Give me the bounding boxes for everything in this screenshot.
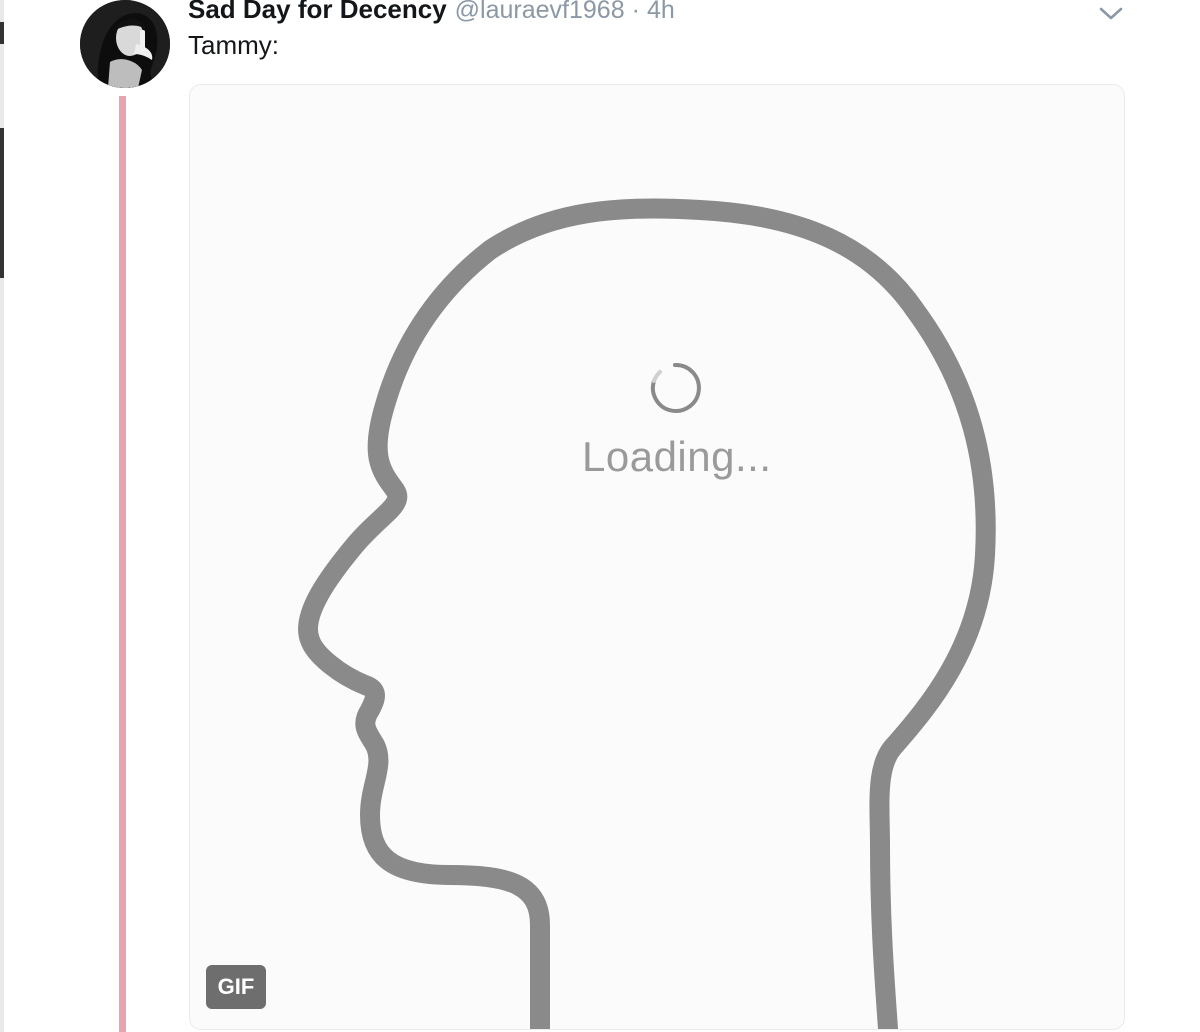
tweet-text: Tammy:: [188, 30, 279, 60]
window-edge: [0, 0, 4, 1032]
timestamp[interactable]: 4h: [647, 0, 675, 25]
thread-line: [119, 96, 126, 1032]
gif-badge: GIF: [206, 965, 266, 1009]
display-name[interactable]: Sad Day for Decency: [188, 0, 447, 25]
gif-media[interactable]: Loading... GIF: [189, 84, 1125, 1030]
chevron-down-icon[interactable]: [1098, 6, 1124, 22]
user-handle[interactable]: @lauraevf1968: [455, 0, 625, 25]
head-silhouette-image: [298, 198, 996, 1029]
separator-dot: ·: [631, 0, 640, 24]
loading-spinner-icon: [648, 361, 702, 415]
avatar[interactable]: [80, 0, 170, 88]
avatar-image: [80, 0, 170, 88]
tweet-header: Sad Day for Decency @lauraevf1968 · 4h: [188, 0, 675, 28]
loading-text: Loading...: [582, 433, 772, 480]
